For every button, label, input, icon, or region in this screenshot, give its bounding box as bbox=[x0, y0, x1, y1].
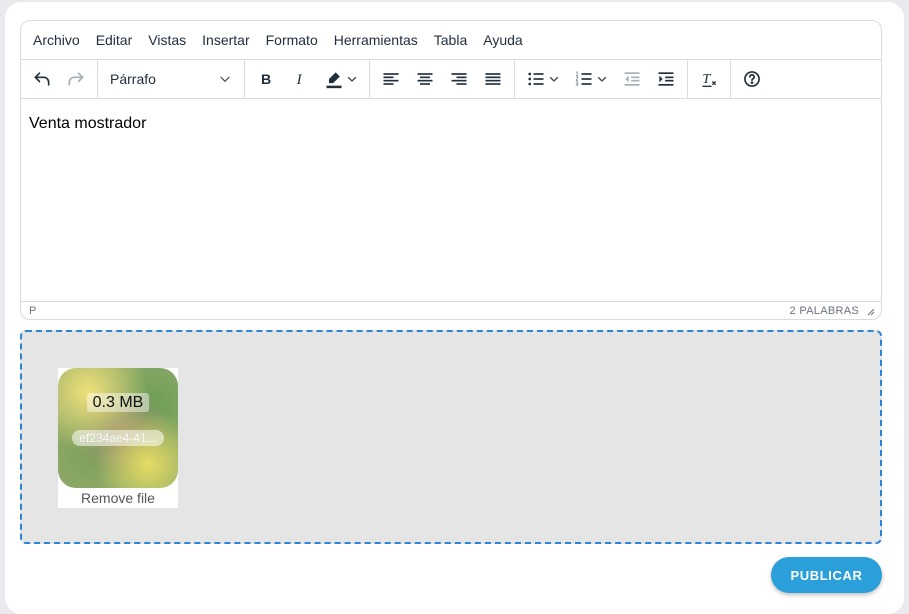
align-right-button[interactable] bbox=[442, 64, 476, 94]
publish-button[interactable]: PUBLICAR bbox=[771, 557, 882, 593]
bold-icon: B bbox=[261, 72, 271, 88]
indent-button[interactable] bbox=[649, 64, 683, 94]
menu-insertar[interactable]: Insertar bbox=[194, 21, 257, 60]
editor-menubar: Archivo Editar Vistas Insertar Formato H… bbox=[21, 21, 881, 60]
file-preview: 0.3 MB ef234ae4-41... Remove file bbox=[58, 368, 178, 508]
svg-text:I: I bbox=[296, 72, 303, 88]
block-format-group: Párrafo bbox=[98, 60, 245, 98]
element-path[interactable]: P bbox=[29, 305, 36, 317]
help-button[interactable] bbox=[735, 64, 769, 94]
editor-toolbar: Párrafo B I 1 2 3 T bbox=[21, 60, 881, 99]
editor-paragraph[interactable]: Venta mostrador bbox=[29, 115, 873, 133]
undo-icon bbox=[34, 72, 50, 86]
file-dropzone[interactable]: 0.3 MB ef234ae4-41... Remove file bbox=[20, 330, 882, 544]
bullet-list-icon bbox=[528, 72, 544, 86]
block-format-label: Párrafo bbox=[110, 71, 156, 87]
svg-text:T: T bbox=[702, 71, 711, 87]
clear-format-group: T bbox=[688, 60, 731, 98]
redo-button[interactable] bbox=[59, 64, 93, 94]
italic-icon: I bbox=[296, 72, 303, 88]
outdent-button[interactable] bbox=[615, 64, 649, 94]
file-name: ef234ae4-41... bbox=[72, 430, 164, 446]
chevron-down-icon bbox=[549, 76, 559, 82]
help-group bbox=[731, 60, 773, 98]
menu-herramientas[interactable]: Herramientas bbox=[326, 21, 426, 60]
svg-text:B: B bbox=[261, 72, 271, 88]
file-size: 0.3 MB bbox=[86, 393, 150, 412]
menu-vistas[interactable]: Vistas bbox=[140, 21, 194, 60]
menu-tabla[interactable]: Tabla bbox=[426, 21, 475, 60]
bullet-list-button[interactable] bbox=[519, 64, 567, 94]
align-left-button[interactable] bbox=[374, 64, 408, 94]
clear-formatting-icon: T bbox=[702, 71, 717, 87]
align-center-icon bbox=[417, 73, 433, 85]
rich-text-editor: Archivo Editar Vistas Insertar Formato H… bbox=[20, 20, 882, 320]
statusbar-right: 2 PALABRAS bbox=[790, 305, 875, 317]
file-thumbnail: 0.3 MB ef234ae4-41... bbox=[58, 368, 178, 488]
chevron-down-icon bbox=[220, 76, 230, 82]
outdent-icon bbox=[624, 72, 640, 86]
indent-icon bbox=[658, 72, 674, 86]
menu-archivo[interactable]: Archivo bbox=[25, 21, 88, 60]
help-icon bbox=[744, 71, 760, 87]
menu-editar[interactable]: Editar bbox=[88, 21, 141, 60]
align-justify-icon bbox=[485, 73, 501, 85]
list-group: 123 bbox=[515, 60, 688, 98]
bold-button[interactable]: B bbox=[249, 64, 283, 94]
align-center-button[interactable] bbox=[408, 64, 442, 94]
align-justify-button[interactable] bbox=[476, 64, 510, 94]
undo-button[interactable] bbox=[25, 64, 59, 94]
highlight-color-icon bbox=[326, 72, 342, 89]
text-style-group: B I bbox=[245, 60, 370, 98]
svg-text:3: 3 bbox=[576, 82, 579, 88]
highlight-color-button[interactable] bbox=[317, 64, 365, 94]
chevron-down-icon bbox=[347, 76, 357, 82]
editor-statusbar: P 2 PALABRAS bbox=[21, 301, 881, 319]
align-left-icon bbox=[383, 73, 399, 85]
alignment-group bbox=[370, 60, 515, 98]
chevron-down-icon bbox=[597, 76, 607, 82]
clear-formatting-button[interactable]: T bbox=[692, 64, 726, 94]
resize-handle-icon[interactable] bbox=[865, 306, 875, 316]
italic-button[interactable]: I bbox=[283, 64, 317, 94]
align-right-icon bbox=[451, 73, 467, 85]
numbered-list-icon: 123 bbox=[576, 72, 592, 88]
menu-ayuda[interactable]: Ayuda bbox=[475, 21, 530, 60]
numbered-list-button[interactable]: 123 bbox=[567, 64, 615, 94]
block-format-select[interactable]: Párrafo bbox=[102, 64, 240, 94]
remove-file-link[interactable]: Remove file bbox=[58, 490, 178, 506]
history-group bbox=[21, 60, 98, 98]
menu-formato[interactable]: Formato bbox=[258, 21, 326, 60]
editor-content-area[interactable]: Venta mostrador bbox=[21, 99, 881, 301]
redo-icon bbox=[68, 72, 84, 86]
word-count[interactable]: 2 PALABRAS bbox=[790, 305, 859, 317]
file-size-wrap: 0.3 MB bbox=[58, 393, 178, 412]
